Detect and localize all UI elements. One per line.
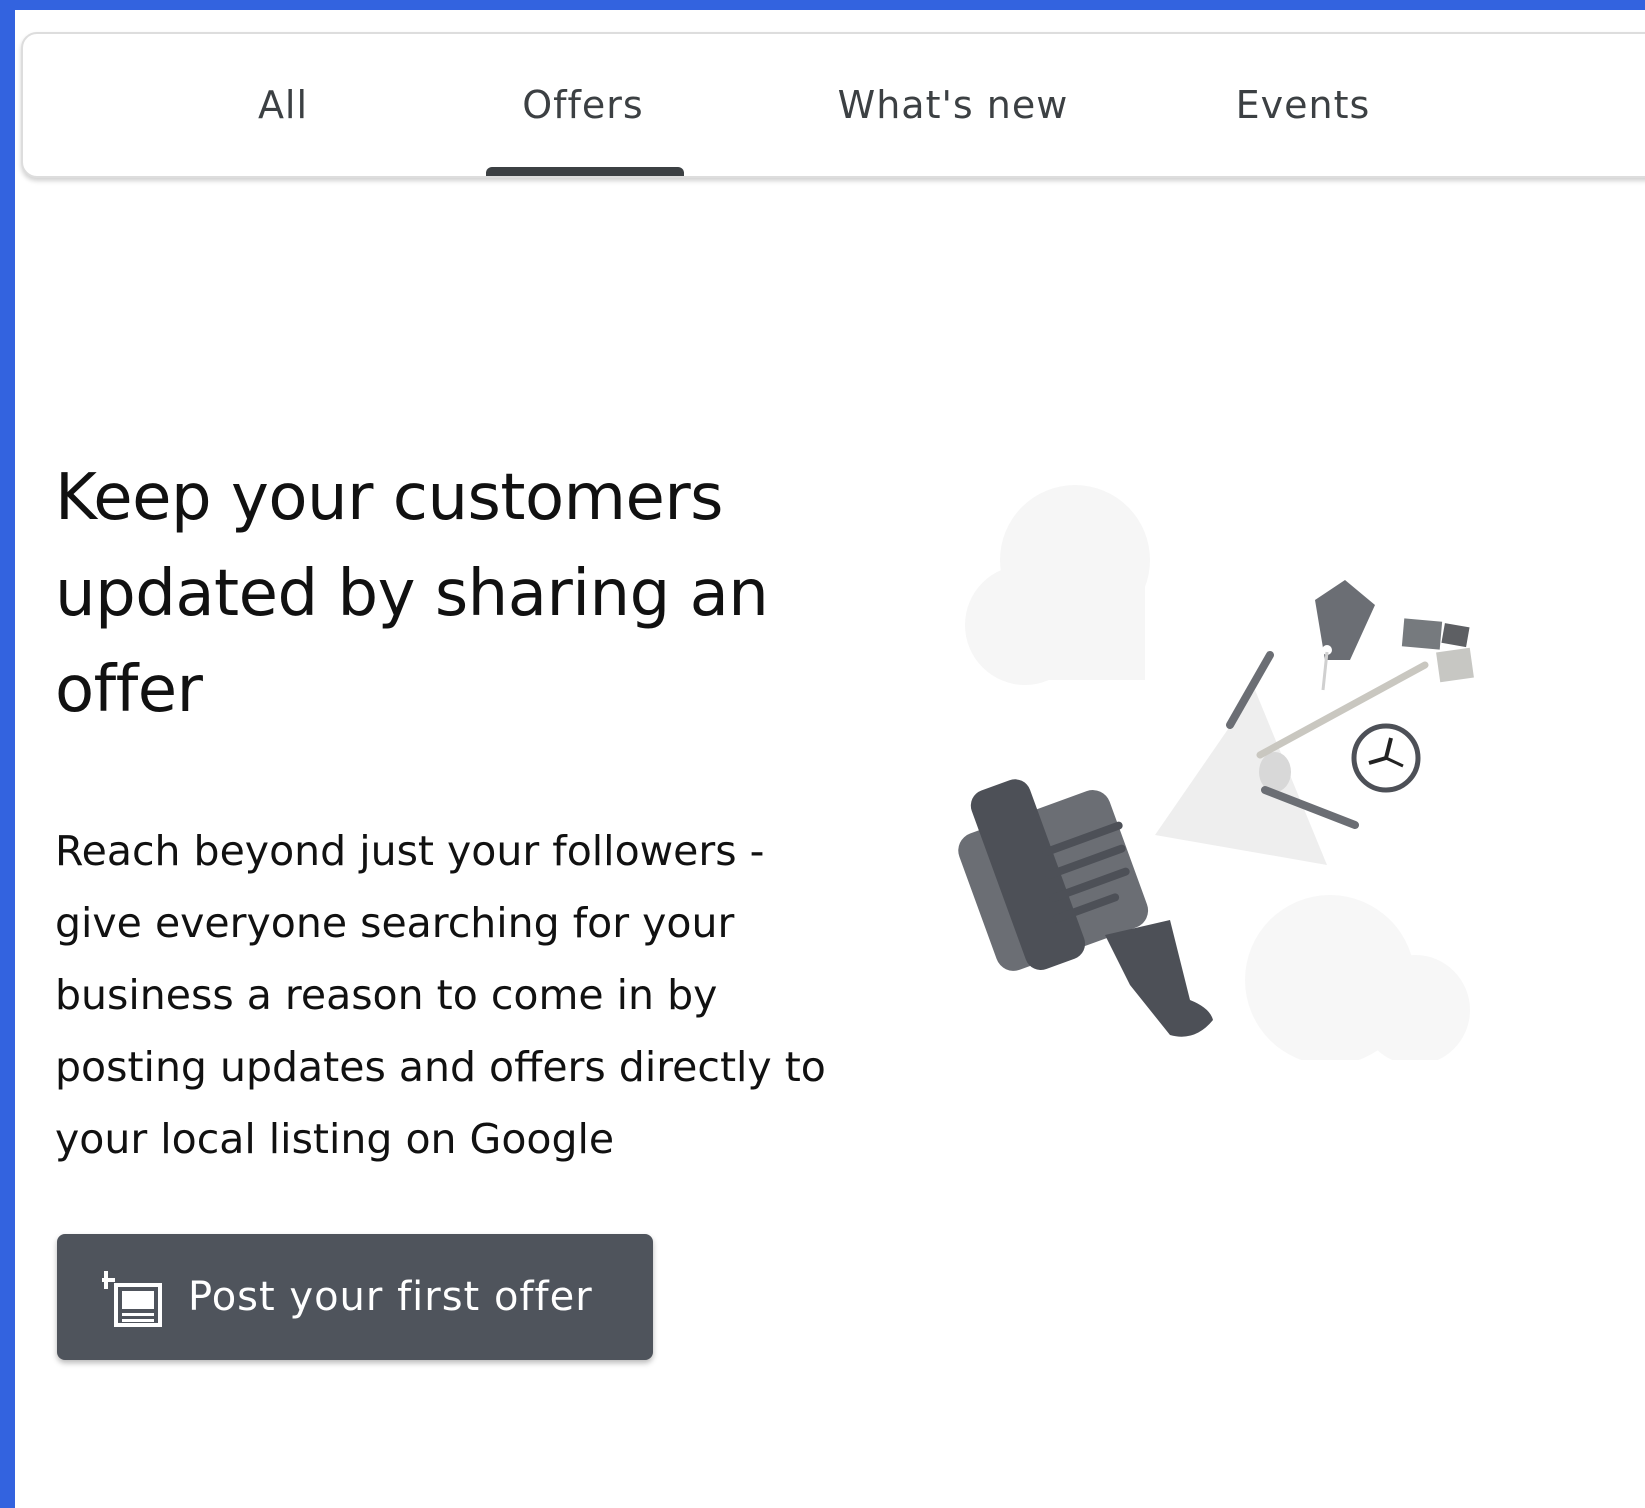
cloud-shape — [965, 485, 1150, 685]
tab-whats-new[interactable]: What's new — [803, 34, 1103, 176]
megaphone-cone — [1155, 690, 1327, 865]
add-post-icon — [97, 1265, 166, 1329]
tab-events[interactable]: Events — [1203, 34, 1403, 176]
megaphone-illustration — [955, 480, 1515, 1065]
tab-all[interactable]: All — [193, 34, 373, 176]
clock-icon — [1351, 723, 1421, 793]
empty-state-description: Reach beyond just your followers - give … — [55, 827, 826, 1163]
cloud-shape — [1245, 895, 1470, 1065]
empty-state-headline: Keep your customers updated by sharing a… — [55, 461, 769, 727]
app-window: All Offers What's new Events Keep your c… — [0, 0, 1645, 1508]
selected-tab-indicator — [486, 167, 684, 176]
price-tag-icon — [1315, 580, 1375, 691]
tab-bar: All Offers What's new Events — [21, 32, 1645, 178]
tab-offers[interactable]: Offers — [483, 34, 683, 176]
post-first-offer-button[interactable]: Post your first offer — [57, 1234, 653, 1360]
post-first-offer-label: Post your first offer — [188, 1274, 593, 1320]
